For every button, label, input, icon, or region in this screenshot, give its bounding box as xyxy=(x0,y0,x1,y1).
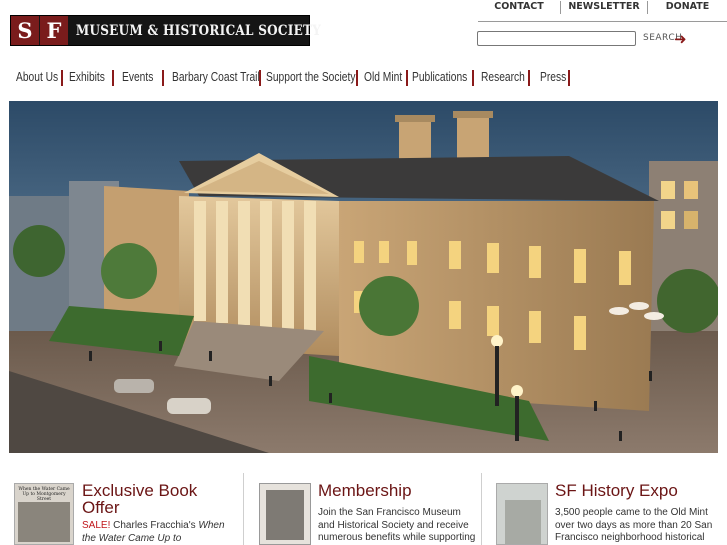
sale-label: SALE! xyxy=(82,520,111,531)
nav-divider xyxy=(528,70,530,86)
site-logo[interactable]: S F MUSEUM & HISTORICAL SOCIETY xyxy=(10,15,321,46)
feature-divider xyxy=(481,473,482,545)
nav-divider xyxy=(162,70,164,86)
nav-divider xyxy=(472,70,474,86)
logo-wordmark: MUSEUM & HISTORICAL SOCIETY xyxy=(75,22,322,39)
nav-divider xyxy=(112,70,114,86)
nav-divider xyxy=(406,70,408,86)
nav-divider xyxy=(259,70,261,86)
membership-photo xyxy=(266,490,304,540)
logo-letter-s: S xyxy=(11,16,40,45)
nav-item-research[interactable]: Research xyxy=(481,68,525,86)
donate-link[interactable]: DONATE xyxy=(648,0,727,16)
nav-divider xyxy=(356,70,358,86)
nav-item-old-mint[interactable]: Old Mint xyxy=(364,68,402,86)
feature-text-history-expo: 3,500 people came to the Old Mint over t… xyxy=(555,507,713,545)
utility-links: CONTACT NEWSLETTER DONATE xyxy=(478,0,727,16)
history-expo-photo xyxy=(505,500,541,544)
feature-title-history-expo[interactable]: SF History Expo xyxy=(555,482,723,499)
book-cover-thumbnail[interactable]: When the Water Came Up to Montgomery Str… xyxy=(14,483,74,545)
nav-item-barbary-coast-trail[interactable]: Barbary Coast Trail xyxy=(172,68,260,86)
book-cover-photo xyxy=(18,502,70,542)
nav-item-press[interactable]: Press xyxy=(540,68,566,86)
logo-letter-f: F xyxy=(40,16,69,45)
utility-underline xyxy=(478,21,727,22)
feature-text-membership: Join the San Francisco Museum and Histor… xyxy=(318,507,476,545)
logo-sf-mark: S F xyxy=(11,16,69,45)
main-nav: About Us Exhibits Events Barbary Coast T… xyxy=(0,68,727,88)
newsletter-link[interactable]: NEWSLETTER xyxy=(561,0,647,16)
feature-text-book-offer: SALE! Charles Fracchia's When the Water … xyxy=(82,520,234,545)
search-input[interactable] xyxy=(477,31,636,46)
nav-divider xyxy=(568,70,570,86)
nav-item-events[interactable]: Events xyxy=(122,68,153,86)
feature-title-membership[interactable]: Membership xyxy=(318,482,478,499)
contact-link[interactable]: CONTACT xyxy=(478,0,560,16)
membership-thumbnail[interactable] xyxy=(259,483,311,545)
search-arrow-icon[interactable]: ➜ xyxy=(674,30,687,48)
nav-item-exhibits[interactable]: Exhibits xyxy=(69,68,105,86)
nav-item-publications[interactable]: Publications xyxy=(412,68,467,86)
nav-item-about-us[interactable]: About Us xyxy=(16,68,58,86)
hero-image-old-mint[interactable] xyxy=(9,101,718,453)
history-expo-thumbnail[interactable] xyxy=(496,483,548,545)
nav-divider xyxy=(61,70,63,86)
book-offer-text: Charles Fracchia's xyxy=(110,520,199,531)
nav-item-support-the-society[interactable]: Support the Society xyxy=(266,68,355,86)
feature-title-book-offer[interactable]: Exclusive Book Offer xyxy=(82,482,232,516)
feature-divider xyxy=(243,473,244,545)
